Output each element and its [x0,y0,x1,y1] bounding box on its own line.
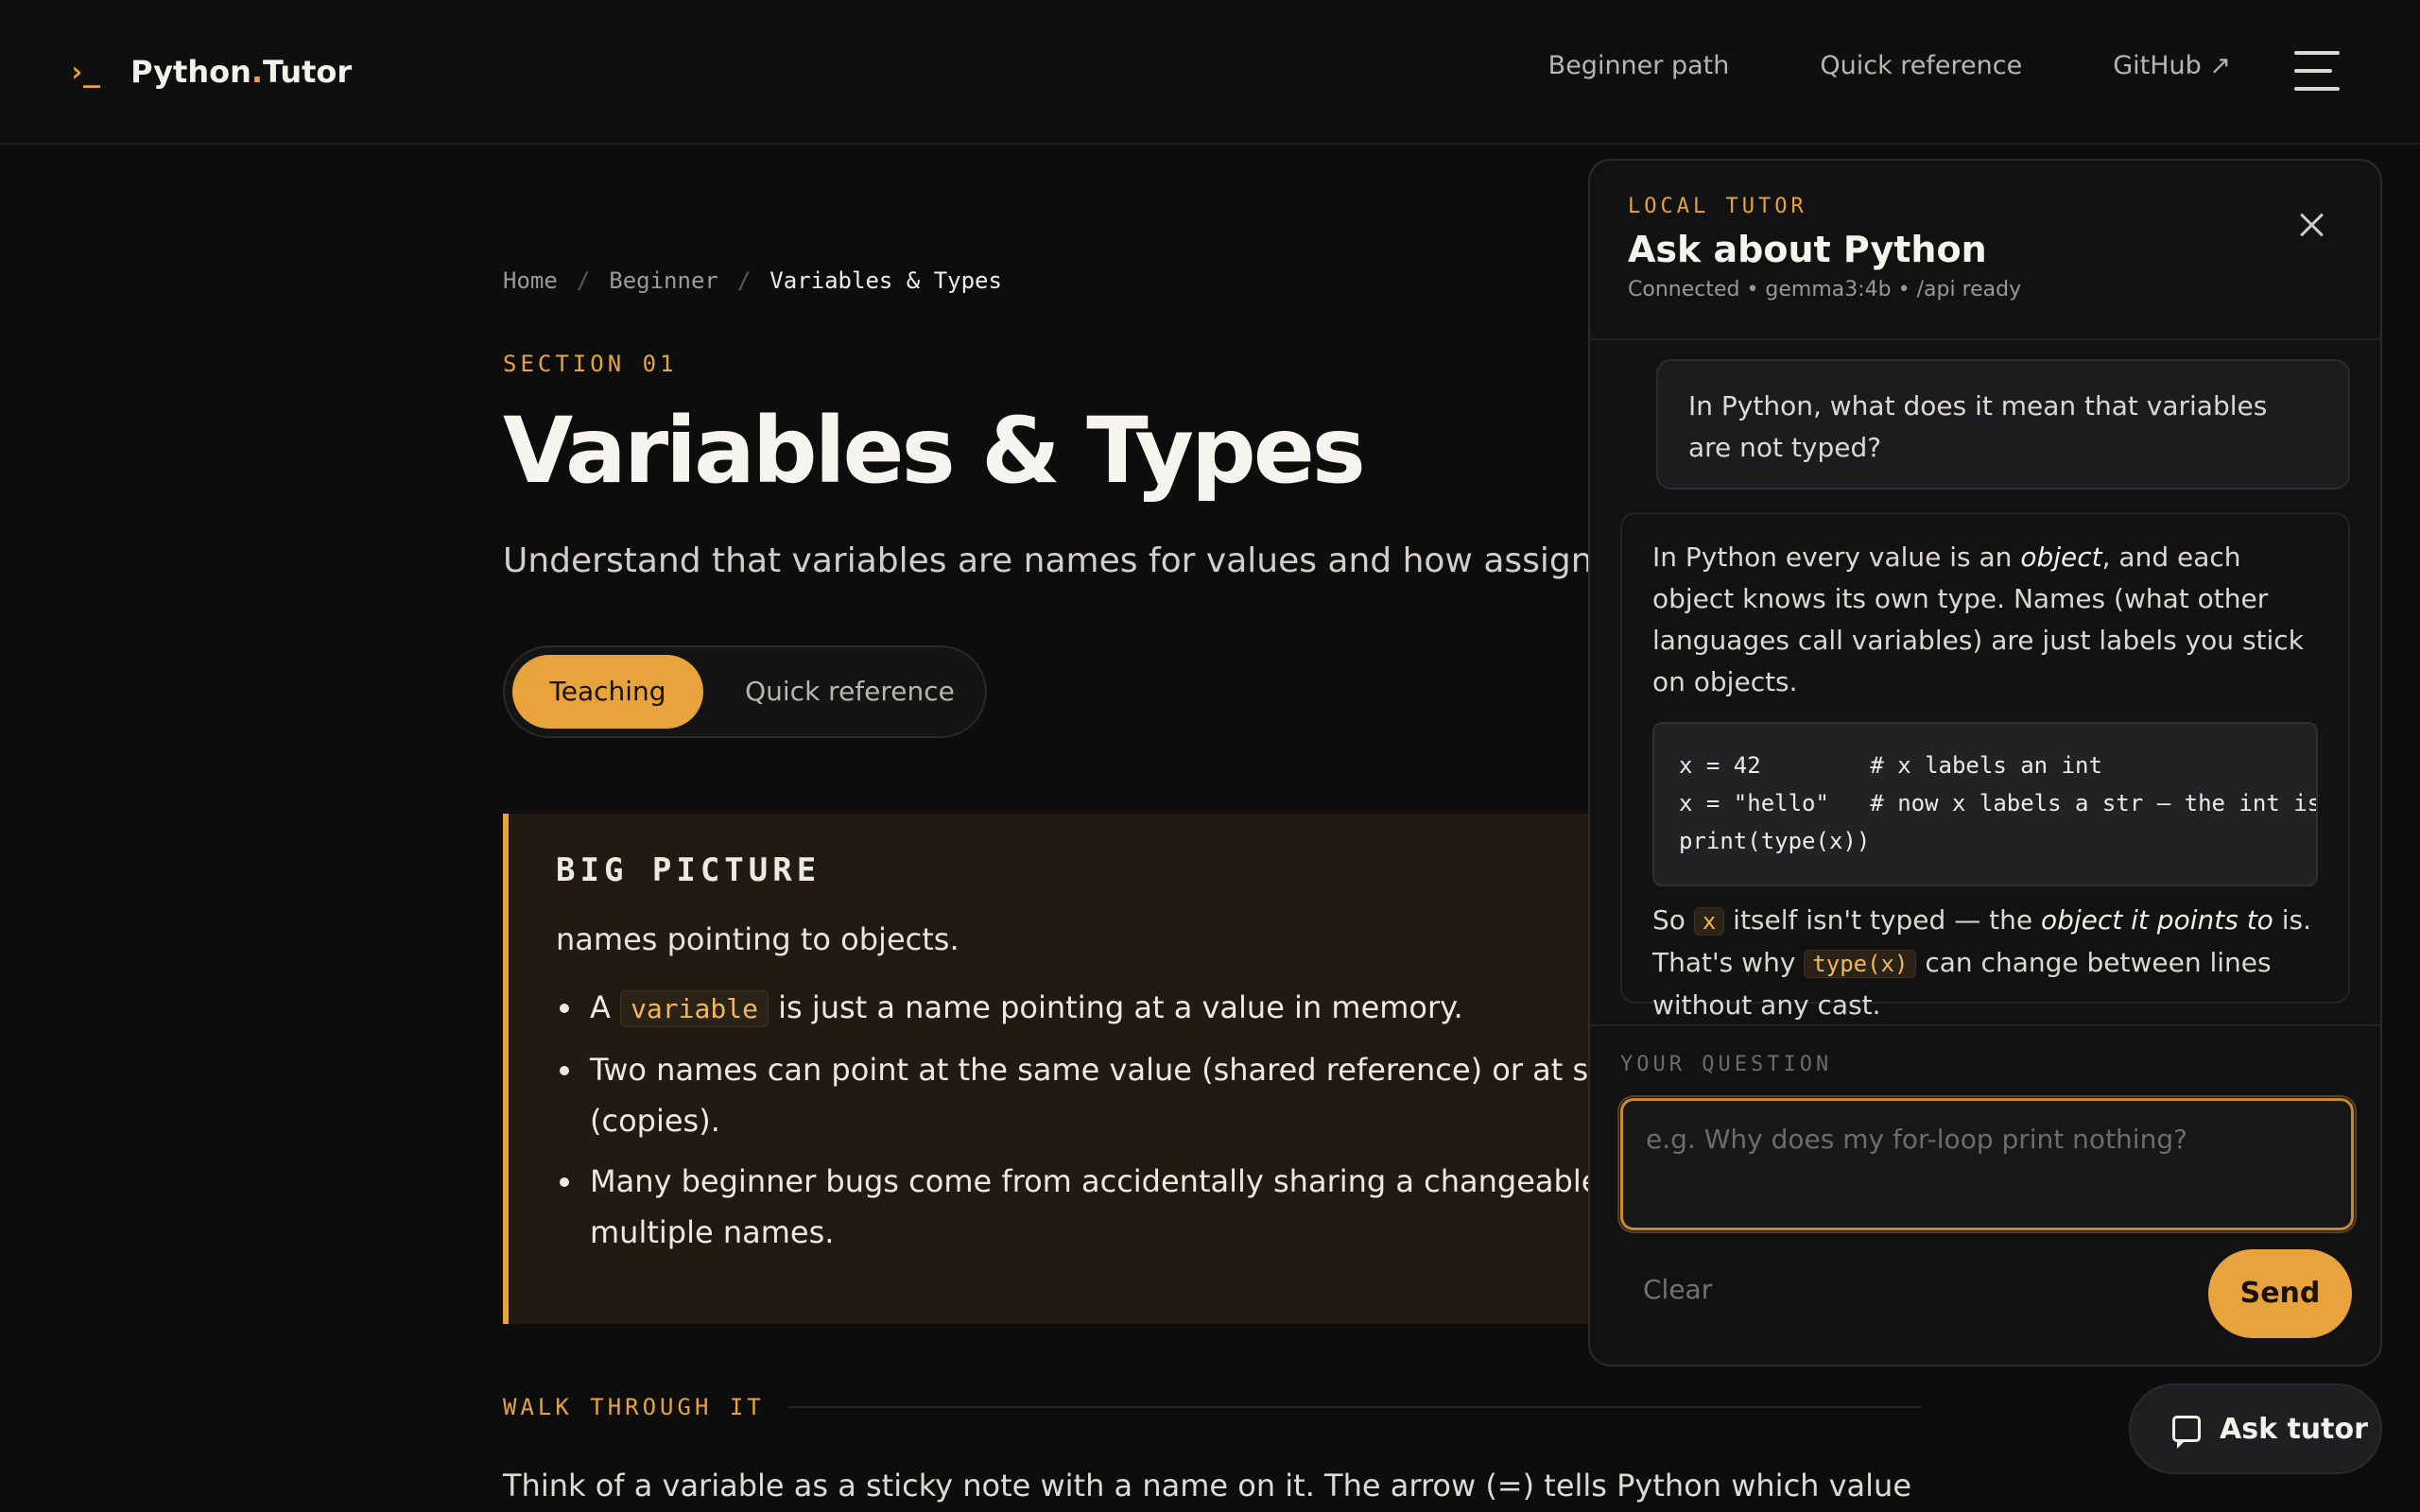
top-nav-bar: ›_ Python.Tutor Beginner path Quick refe… [0,0,2420,145]
nav-link-github[interactable]: GitHub ↗ [2113,51,2231,80]
mode-toggle: Teaching Quick reference [503,645,987,738]
divider [1590,1024,2380,1026]
inline-code: type(x) [1804,950,1917,978]
tutor-panel: LOCAL TUTOR Ask about Python Connected •… [1588,159,2382,1366]
reply-paragraph: So x itself isn't typed — the object it … [1652,904,2311,1021]
user-message: In Python, what does it mean that variab… [1656,359,2350,490]
breadcrumb-home[interactable]: Home [503,267,558,294]
breadcrumb-beginner[interactable]: Beginner [609,267,718,294]
tutor-status: Connected • gemma3:4b • /api ready [1628,278,2022,301]
toggle-quick-reference[interactable]: Quick reference [722,655,977,729]
nav-link-beginner-path[interactable]: Beginner path [1548,51,1730,80]
terminal-prompt-icon: ›_ [68,55,100,89]
reply-paragraph: In Python every value is an object, and … [1652,541,2304,697]
tutor-panel-header: LOCAL TUTOR Ask about Python Connected •… [1590,161,2380,340]
toggle-teaching[interactable]: Teaching [512,655,703,729]
breadcrumb: Home / Beginner / Variables & Types [503,267,1002,294]
chat-bubble-icon [2172,1416,2201,1449]
breadcrumb-current: Variables & Types [769,267,1002,294]
question-input[interactable] [1617,1095,2357,1233]
send-button[interactable]: Send [2208,1249,2352,1338]
walk-through-body: Think of a variable as a sticky note wit… [503,1468,1921,1503]
walk-through-heading: WALK THROUGH IT [503,1394,1921,1420]
page-title: Variables & Types [503,398,1366,504]
ask-tutor-label: Ask tutor [2220,1412,2368,1446]
breadcrumb-separator: / [736,267,752,294]
main-nav: Beginner path Quick reference GitHub ↗ [1548,51,2231,80]
code-block: x = 42 # x labels an int x = "hello" # n… [1652,722,2318,886]
walk-through-label: WALK THROUGH IT [503,1394,765,1420]
brand-logo-link[interactable]: ›_ Python.Tutor [68,47,352,96]
tutor-title: Ask about Python [1628,229,1987,270]
tutor-kicker: LOCAL TUTOR [1628,195,1807,218]
inline-code: variable [620,990,769,1027]
divider [786,1406,1921,1408]
menu-hamburger-icon[interactable] [2294,51,2340,91]
clear-button[interactable]: Clear [1643,1274,1712,1305]
close-icon[interactable] [2290,202,2335,248]
nav-link-quick-reference[interactable]: Quick reference [1820,51,2022,80]
inline-code: x [1693,907,1725,936]
tutor-reply: In Python every value is an object, and … [1620,512,2350,1021]
question-label: YOUR QUESTION [1620,1053,1833,1076]
ask-tutor-button[interactable]: Ask tutor [2129,1383,2382,1474]
section-kicker: SECTION 01 [503,351,678,377]
breadcrumb-separator: / [576,267,591,294]
brand-name: Python.Tutor [130,54,353,90]
